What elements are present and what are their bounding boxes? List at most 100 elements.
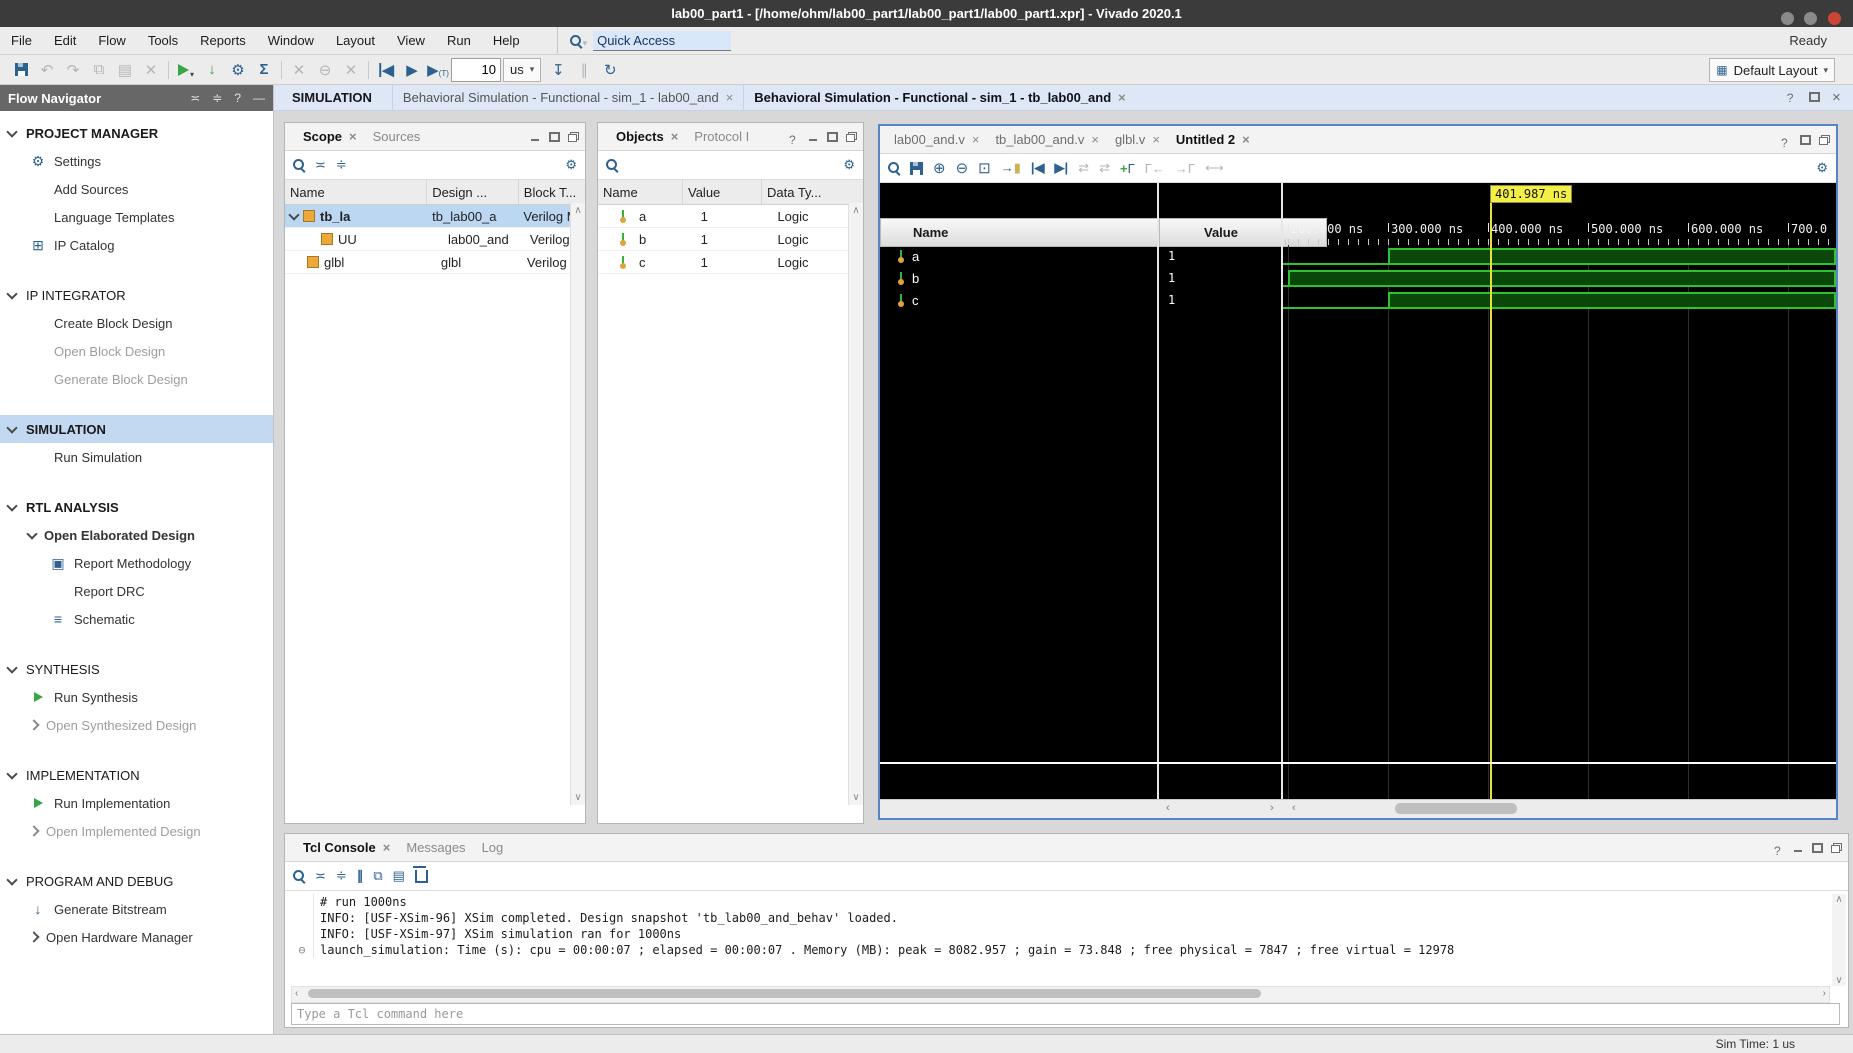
close-icon[interactable]: × bbox=[726, 90, 734, 105]
time-cursor-label[interactable]: 401.987 ns bbox=[1490, 185, 1573, 203]
menu-tools[interactable]: Tools bbox=[137, 29, 189, 52]
chevron-down-icon[interactable] bbox=[288, 208, 300, 221]
float-icon[interactable] bbox=[1831, 842, 1842, 853]
tab-lab00-and-v[interactable]: lab00_and.v × bbox=[886, 132, 987, 147]
relaunch-sim-button[interactable]: ↻ bbox=[597, 58, 623, 82]
help-icon[interactable] bbox=[1781, 135, 1792, 145]
scroll-left-icon[interactable]: ‹ bbox=[295, 988, 298, 999]
quick-access-search[interactable]: ▾ Quick Access bbox=[556, 27, 732, 54]
expand-all-icon[interactable]: ≑ bbox=[212, 91, 222, 105]
tab-tcl-console[interactable]: Tcl Console × bbox=[295, 840, 398, 855]
float-icon[interactable] bbox=[846, 131, 857, 142]
breakpoint-button[interactable]: ⊖ bbox=[312, 58, 338, 82]
tab-log[interactable]: Log bbox=[474, 840, 512, 855]
next-transition-icon[interactable]: ▶| bbox=[1055, 160, 1069, 176]
copy-icon[interactable]: ⧉ bbox=[373, 868, 382, 884]
tcl-horizontal-scrollbar[interactable]: ‹ › bbox=[291, 986, 1830, 1003]
column-divider[interactable] bbox=[1157, 183, 1159, 800]
wave-signal-name-c[interactable]: c bbox=[880, 289, 1157, 311]
sim-time-input[interactable] bbox=[451, 57, 501, 82]
float-icon[interactable] bbox=[1819, 134, 1830, 145]
save-project-button[interactable] bbox=[8, 58, 34, 82]
tab-messages[interactable]: Messages bbox=[398, 840, 473, 855]
sum-reports-button[interactable]: Σ bbox=[251, 58, 277, 82]
view-tab-lab00-and[interactable]: Behavioral Simulation - Functional - sim… bbox=[391, 85, 743, 110]
col-name[interactable]: Name bbox=[598, 180, 683, 204]
help-icon[interactable] bbox=[789, 132, 800, 142]
wave-col-name-header[interactable]: Name bbox=[880, 218, 1191, 247]
close-icon[interactable]: × bbox=[1091, 132, 1099, 147]
time-cursor-line[interactable] bbox=[1490, 203, 1492, 800]
search-icon[interactable] bbox=[606, 159, 618, 171]
horizontal-scrollbar-thumb[interactable] bbox=[308, 989, 1261, 998]
sidebar-item-ip-catalog[interactable]: ⊞ IP Catalog bbox=[0, 231, 273, 259]
sidebar-item-schematic[interactable]: ≡ Schematic bbox=[0, 605, 273, 633]
clear-console-icon[interactable] bbox=[412, 865, 428, 886]
collapse-all-icon[interactable]: ≍ bbox=[190, 91, 200, 105]
objects-vertical-scrollbar[interactable]: ∧ ∨ bbox=[848, 203, 863, 805]
maximize-icon[interactable] bbox=[1800, 134, 1811, 145]
maximize-icon[interactable] bbox=[1809, 92, 1821, 102]
minimize-icon[interactable] bbox=[530, 132, 541, 142]
tab-tb-lab00-and-v[interactable]: tb_lab00_and.v × bbox=[987, 132, 1107, 147]
undo-button[interactable]: ↶ bbox=[34, 58, 60, 82]
menu-reports[interactable]: Reports bbox=[189, 29, 257, 52]
close-icon[interactable]: × bbox=[1152, 132, 1160, 147]
settings-gear-button[interactable]: ⚙ bbox=[225, 58, 251, 82]
stop-button[interactable]: ✕ bbox=[286, 58, 312, 82]
tab-scope[interactable]: Scope × bbox=[295, 129, 365, 144]
scroll-right-icon[interactable]: › bbox=[1823, 988, 1826, 999]
tcl-console-output[interactable]: # run 1000ns INFO: [USF-XSim-96] XSim co… bbox=[291, 894, 1830, 986]
zoom-fit-icon[interactable]: ⊡ bbox=[978, 159, 991, 177]
step-button[interactable]: ↧ bbox=[545, 58, 571, 82]
menu-view[interactable]: View bbox=[386, 29, 436, 52]
time-unit-select[interactable]: us ▾ bbox=[503, 57, 542, 82]
sidebar-item-run-implementation[interactable]: Run Implementation bbox=[0, 789, 273, 817]
wave-signal-name-a[interactable]: a bbox=[880, 245, 1157, 267]
redo-button[interactable]: ↷ bbox=[60, 58, 86, 82]
run-for-time-button[interactable]: ▶ (T) bbox=[425, 58, 451, 82]
scroll-left-icon[interactable]: ‹ bbox=[1292, 802, 1296, 814]
close-icon[interactable]: × bbox=[1118, 90, 1126, 105]
section-implementation[interactable]: IMPLEMENTATION bbox=[0, 761, 273, 789]
pause-button[interactable]: ∥ bbox=[571, 58, 597, 82]
view-tab-tb-lab00-and[interactable]: Behavioral Simulation - Functional - sim… bbox=[743, 85, 1135, 110]
close-window-icon[interactable] bbox=[1828, 12, 1841, 25]
scroll-down-icon[interactable]: ∨ bbox=[574, 792, 581, 803]
tab-objects[interactable]: Objects × bbox=[608, 129, 686, 144]
close-icon[interactable]: × bbox=[972, 132, 980, 147]
menu-help[interactable]: Help bbox=[482, 29, 531, 52]
go-to-cursor-icon[interactable]: →▮ bbox=[1001, 160, 1021, 176]
zoom-out-icon[interactable]: ⊖ bbox=[956, 159, 969, 177]
scroll-down-icon[interactable]: ∨ bbox=[1835, 975, 1842, 986]
generate-bitstream-button[interactable]: ↓ bbox=[199, 58, 225, 82]
run-all-button[interactable]: ▶ bbox=[399, 58, 425, 82]
maximize-icon[interactable] bbox=[827, 131, 838, 142]
search-icon[interactable] bbox=[293, 870, 305, 882]
sidebar-item-settings[interactable]: ⚙ Settings bbox=[0, 147, 273, 175]
run-button[interactable]: ▾ bbox=[173, 58, 199, 82]
sidebar-item-generate-bitstream[interactable]: ↓ Generate Bitstream bbox=[0, 895, 273, 923]
scroll-up-icon[interactable]: ∧ bbox=[1835, 894, 1842, 905]
paste-button[interactable]: ▤ bbox=[112, 58, 138, 82]
pause-output-icon[interactable]: ∥ bbox=[357, 868, 364, 884]
sidebar-item-language-templates[interactable]: Language Templates bbox=[0, 203, 273, 231]
close-icon[interactable]: × bbox=[1242, 132, 1250, 147]
close-icon[interactable]: × bbox=[349, 129, 357, 144]
minimize-icon[interactable] bbox=[808, 132, 819, 142]
object-row-a[interactable]: a 1 Logic bbox=[598, 205, 863, 228]
menu-edit[interactable]: Edit bbox=[43, 29, 87, 52]
scroll-down-icon[interactable]: ∨ bbox=[852, 792, 859, 803]
section-simulation[interactable]: SIMULATION bbox=[0, 415, 273, 443]
close-icon[interactable] bbox=[1832, 90, 1843, 100]
menu-run[interactable]: Run bbox=[436, 29, 482, 52]
gear-icon[interactable]: ⚙ bbox=[843, 157, 855, 173]
add-marker-icon[interactable]: +Γ bbox=[1120, 161, 1135, 176]
object-row-b[interactable]: b 1 Logic bbox=[598, 228, 863, 251]
expand-all-icon[interactable]: ≑ bbox=[336, 868, 347, 884]
previous-transition-icon[interactable]: |◀ bbox=[1031, 160, 1045, 176]
tab-untitled-2[interactable]: Untitled 2 × bbox=[1168, 132, 1258, 147]
tcl-command-input[interactable] bbox=[291, 1003, 1840, 1025]
layout-selector[interactable]: ▦ Default Layout ▾ bbox=[1709, 58, 1835, 82]
help-icon[interactable]: ? bbox=[234, 91, 241, 105]
